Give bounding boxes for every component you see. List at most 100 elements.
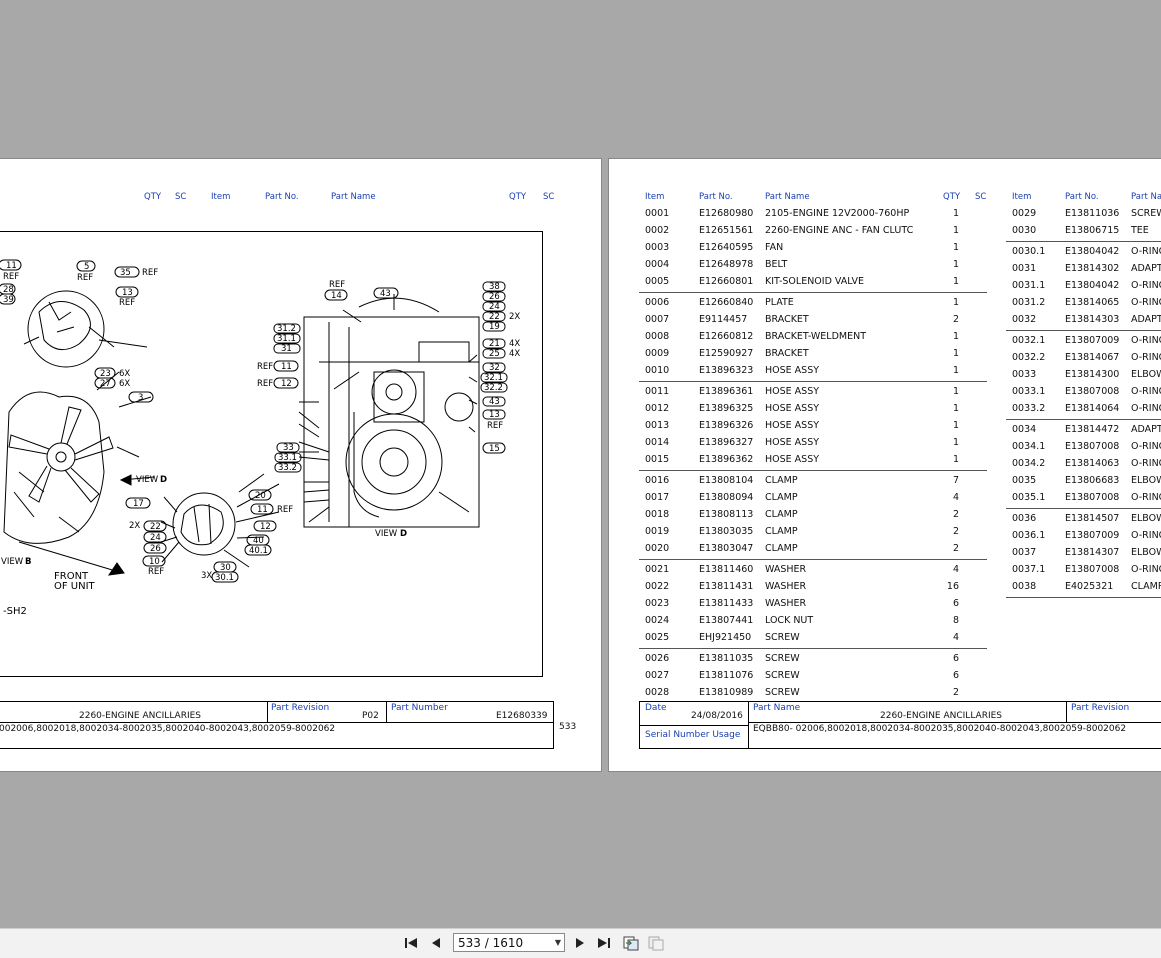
date-label: Date [645,703,667,713]
part-number-value: E12680339 [496,711,548,721]
part-name: TEE [1131,225,1149,236]
part-number: E13811035 [699,653,754,664]
part-number: E13814065 [1065,297,1120,308]
quantity: 4 [952,492,959,503]
item-number: 0037.1 [1012,564,1046,575]
part-name: BELT [765,259,788,270]
part-number: E12640595 [699,242,754,253]
go-back-view-button[interactable] [621,934,641,952]
callout-4x: 4X [509,349,520,359]
part-number: E12651561 [699,225,754,236]
item-number: 0011 [645,386,670,397]
part-name: O-RING [1131,564,1161,575]
item-number: 0033 [1012,369,1037,380]
quantity: 1 [952,208,959,219]
part-number: E13814303 [1065,314,1120,325]
part-number: E13807008 [1065,564,1120,575]
callout-31-2: 31.2 [277,324,296,334]
part-name: SCREW [1131,208,1161,219]
part-name: WASHER [765,564,807,575]
callout-ref: REF [487,421,503,431]
part-name: CLAMP [765,543,798,554]
callout-2x: 2X [129,521,140,531]
part-revision-value: P02 [362,711,379,721]
part-number: E13814067 [1065,352,1120,363]
callout-24: 24 [489,302,500,312]
view-d-label-right: VIEW [375,529,398,539]
item-number: 0005 [645,276,670,287]
last-page-button[interactable] [594,934,614,952]
quantity: 1 [952,297,959,308]
part-name: HOSE ASSY [765,454,820,465]
quantity: 2 [952,687,959,698]
callout-26: 26 [150,544,161,554]
right-page: Item Part No. Part Name QTY SC Item Part… [608,158,1161,772]
item-number: 0031 [1012,263,1037,274]
part-number: E13896325 [699,403,754,414]
part-name: CLAMP [765,526,798,537]
item-number: 0004 [645,259,670,270]
right-title-block: Date 24/08/2016 Part Name 2260-ENGINE AN… [639,701,1161,749]
page-indicator-text: 533 / 1610 [458,935,524,950]
part-number: E13811036 [1065,208,1120,219]
header-item: Item [211,192,231,202]
first-page-button[interactable] [401,934,421,952]
part-number: E13811460 [699,564,754,575]
part-name-label: Part Name [753,703,801,713]
quantity: 1 [952,365,959,376]
header-part-no-2: Part No. [1065,192,1099,202]
page-number-select[interactable]: 533 / 1610 ▼ [453,933,565,952]
callout-27: 27 [100,379,111,389]
callout-22: 22 [489,312,500,322]
header-part-name: Part Name [765,192,810,202]
part-name: HOSE ASSY [765,365,820,376]
part-number: E13806715 [1065,225,1120,236]
part-name: BRACKET [765,348,809,359]
header-item-2: Item [1012,192,1032,202]
item-number: 0017 [645,492,670,503]
callout-33: 33 [283,443,294,453]
callout-19: 19 [489,322,500,332]
part-name: O-RING [1131,297,1161,308]
quantity: 2 [952,543,959,554]
go-forward-view-button[interactable] [646,934,666,952]
quantity: 7 [952,475,959,486]
serial-usage-value: 002006,8002018,8002034-8002035,8002040-8… [0,724,336,734]
part-number: E13807009 [1065,335,1120,346]
view-b-label: VIEW [1,557,24,567]
item-number: 0009 [645,348,670,359]
part-number: E13896326 [699,420,754,431]
callout-30-1: 30.1 [215,573,234,583]
part-name: HOSE ASSY [765,403,820,414]
view-d-label: VIEW [136,475,159,485]
page-number: 533 [559,722,577,732]
item-number: 0034.1 [1012,441,1046,452]
callout-31: 31 [281,344,292,354]
item-number: 0033.2 [1012,403,1046,414]
part-number: E13814064 [1065,403,1120,414]
group-divider [1006,597,1161,598]
callout-39: 39 [3,295,14,305]
chevron-down-icon: ▼ [554,938,561,947]
part-name: CLAMP [765,475,798,486]
quantity: 2 [952,314,959,325]
item-number: 0032 [1012,314,1037,325]
callout-12: 12 [260,522,271,532]
item-number: 0032.2 [1012,352,1046,363]
next-page-button[interactable] [570,934,590,952]
previous-page-button[interactable] [426,934,446,952]
callout-13: 13 [122,288,133,298]
part-name: ELBOW [1131,547,1161,558]
item-number: 0024 [645,615,670,626]
quantity: 4 [952,632,959,643]
part-number: E13896327 [699,437,754,448]
part-number: E13804042 [1065,280,1120,291]
part-name: CLAMP [1131,581,1161,592]
part-number: E13814307 [1065,547,1120,558]
callout-17: 17 [133,499,144,509]
part-name: 2260-ENGINE ANC - FAN CLUTC [765,225,914,236]
item-number: 0033.1 [1012,386,1046,397]
item-number: 0014 [645,437,670,448]
quantity: 6 [952,670,959,681]
item-number: 0031.1 [1012,280,1046,291]
